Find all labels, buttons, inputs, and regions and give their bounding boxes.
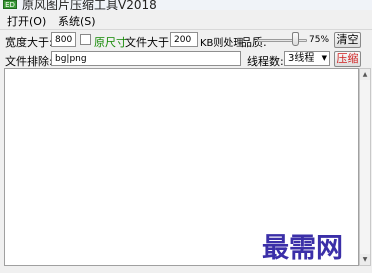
output-scrollbar[interactable]: ▲ ▼	[359, 68, 371, 266]
menu-system[interactable]: 系统(S)	[58, 13, 96, 29]
app-window: ED 原风图片压缩工具V2018 打开(O) 系统(S) 宽度大于: 原尺寸 文…	[0, 0, 372, 273]
scroll-down-icon[interactable]: ▼	[360, 254, 370, 265]
width-label: 宽度大于:	[5, 36, 53, 49]
kb-label: KB则处理	[200, 38, 244, 49]
clear-button[interactable]: 清空	[334, 32, 361, 48]
quality-value: 75%	[309, 35, 330, 45]
menu-divider	[0, 29, 372, 30]
threads-select[interactable]: 3线程 ▼	[284, 51, 330, 66]
quality-slider-thumb[interactable]	[292, 32, 299, 46]
quality-slider-track[interactable]	[257, 39, 307, 42]
quality-label: 品质:	[241, 36, 267, 49]
window-title: 原风图片压缩工具V2018	[22, 0, 157, 10]
threads-label: 线程数:	[247, 55, 284, 68]
file-size-input[interactable]	[170, 32, 198, 47]
menu-open[interactable]: 打开(O)	[7, 13, 46, 29]
exclude-label: 文件排除:	[5, 55, 53, 68]
width-input[interactable]	[51, 32, 76, 47]
threads-select-value: 3线程	[288, 53, 315, 64]
app-icon: ED	[3, 0, 17, 9]
scroll-up-icon[interactable]: ▲	[360, 69, 370, 80]
file-size-label: 文件大于:	[125, 36, 173, 49]
original-size-checkbox[interactable]	[80, 34, 91, 45]
watermark: 最需网	[262, 233, 343, 264]
chevron-down-icon: ▼	[321, 54, 327, 62]
exclude-input[interactable]	[51, 51, 241, 66]
original-size-label: 原尺寸	[94, 36, 127, 49]
compress-button[interactable]: 压缩	[334, 51, 361, 67]
title-bar: ED 原风图片压缩工具V2018	[0, 0, 372, 10]
menu-bar: 打开(O) 系统(S)	[0, 11, 372, 28]
